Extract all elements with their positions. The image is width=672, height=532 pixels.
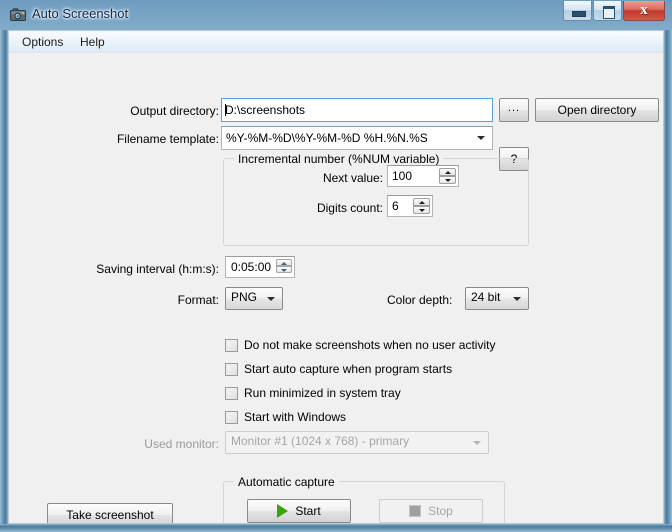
minimize-icon	[572, 11, 586, 17]
checkbox-run-minimized[interactable]: Run minimized in system tray	[225, 385, 401, 401]
app-window: Auto Screenshot x Options Help Output di…	[0, 0, 672, 532]
maximize-button[interactable]	[593, 1, 622, 21]
menu-bar: Options Help	[9, 31, 663, 53]
window-frame-left-edge[interactable]	[0, 30, 8, 532]
close-button[interactable]: x	[623, 1, 665, 21]
checkbox-label: Run minimized in system tray	[244, 386, 401, 400]
saving-interval-increment-button[interactable]	[276, 259, 292, 266]
incremental-number-group-title: Incremental number (%NUM variable)	[234, 152, 444, 166]
next-value-spinner[interactable]: 100	[387, 165, 459, 187]
digits-count-label: Digits count:	[316, 201, 383, 215]
start-button[interactable]: Start	[247, 499, 351, 523]
filename-template-combobox[interactable]: %Y-%M-%D\%Y-%M-%D %H.%N.%S	[221, 126, 493, 150]
chevron-up-icon	[281, 262, 287, 265]
format-label: Format:	[177, 293, 219, 307]
chevron-down-icon	[267, 296, 275, 301]
take-screenshot-button[interactable]: Take screenshot	[47, 503, 173, 523]
window-frame-right-edge[interactable]	[664, 30, 672, 532]
camera-icon	[10, 8, 26, 21]
settings-form: Output directory: D:\screenshots ... Ope…	[9, 53, 663, 523]
chevron-down-icon	[418, 209, 425, 212]
used-monitor-combobox: Monitor #1 (1024 x 768) - primary	[225, 431, 489, 454]
filename-template-label: Filename template:	[116, 132, 219, 146]
next-value-increment-button[interactable]	[439, 168, 456, 176]
checkbox-start-auto-capture[interactable]: Start auto capture when program starts	[225, 361, 452, 377]
color-depth-combobox[interactable]: 24 bit	[465, 287, 529, 310]
open-directory-button[interactable]: Open directory	[535, 98, 659, 122]
output-directory-label: Output directory:	[130, 104, 219, 118]
saving-interval-input[interactable]: 0:05:00	[231, 260, 271, 274]
next-value-decrement-button[interactable]	[439, 176, 456, 184]
digits-count-increment-button[interactable]	[413, 198, 430, 206]
menu-item-help[interactable]: Help	[75, 34, 110, 50]
chevron-down-icon	[513, 296, 521, 301]
window-title: Auto Screenshot	[32, 6, 129, 21]
next-value-input[interactable]: 100	[392, 169, 412, 183]
output-directory-input[interactable]: D:\screenshots	[221, 98, 493, 122]
chevron-down-icon	[473, 440, 481, 445]
play-icon	[277, 504, 289, 518]
format-value: PNG	[231, 290, 258, 304]
checkbox-box[interactable]	[225, 386, 238, 400]
used-monitor-value: Monitor #1 (1024 x 768) - primary	[231, 434, 410, 448]
stop-button-label: Stop	[428, 504, 453, 518]
saving-interval-decrement-button[interactable]	[276, 266, 292, 273]
checkbox-box[interactable]	[225, 362, 238, 376]
checkbox-label: Start auto capture when program starts	[244, 362, 453, 376]
stop-icon	[409, 505, 422, 517]
checkbox-no-user-activity[interactable]: Do not make screenshots when no user act…	[225, 337, 495, 353]
maximize-icon	[603, 6, 615, 19]
title-bar[interactable]: Auto Screenshot x	[0, 0, 672, 30]
checkbox-box[interactable]	[225, 410, 238, 424]
next-value-stepper[interactable]	[439, 168, 456, 185]
saving-interval-spinner[interactable]: 0:05:00	[225, 256, 295, 278]
client-area: Options Help Output directory: D:\screen…	[8, 30, 664, 524]
chevron-down-icon	[444, 179, 451, 182]
chevron-down-icon	[477, 136, 485, 140]
output-directory-value: D:\screenshots	[225, 103, 306, 117]
browse-directory-button[interactable]: ...	[499, 98, 529, 122]
close-icon: x	[640, 2, 648, 18]
window-frame-bottom-edge[interactable]	[0, 524, 672, 532]
digits-count-spinner[interactable]: 6	[387, 195, 433, 217]
checkbox-label: Start with Windows	[244, 410, 347, 424]
digits-count-input[interactable]: 6	[392, 199, 399, 213]
start-button-label: Start	[295, 504, 321, 518]
digits-count-stepper[interactable]	[413, 198, 430, 215]
used-monitor-label: Used monitor:	[144, 437, 219, 451]
checkbox-box[interactable]	[225, 338, 238, 352]
color-depth-value: 24 bit	[471, 290, 501, 304]
stop-button: Stop	[379, 499, 483, 523]
minimize-button[interactable]	[563, 1, 592, 21]
format-combobox[interactable]: PNG	[225, 287, 283, 310]
chevron-up-icon	[444, 171, 451, 174]
checkbox-label: Do not make screenshots when no user act…	[244, 338, 496, 352]
checkbox-start-with-windows[interactable]: Start with Windows	[225, 409, 346, 425]
filename-template-value: %Y-%M-%D\%Y-%M-%D %H.%N.%S	[226, 131, 428, 145]
automatic-capture-group-title: Automatic capture	[234, 475, 339, 489]
menu-item-options[interactable]: Options	[17, 34, 68, 50]
digits-count-decrement-button[interactable]	[413, 206, 430, 214]
saving-interval-stepper[interactable]	[276, 259, 292, 275]
next-value-label: Next value:	[322, 171, 383, 185]
chevron-down-icon	[281, 269, 287, 272]
saving-interval-label: Saving interval (h:m:s):	[96, 262, 219, 276]
chevron-up-icon	[418, 201, 425, 204]
color-depth-label: Color depth:	[387, 293, 453, 307]
